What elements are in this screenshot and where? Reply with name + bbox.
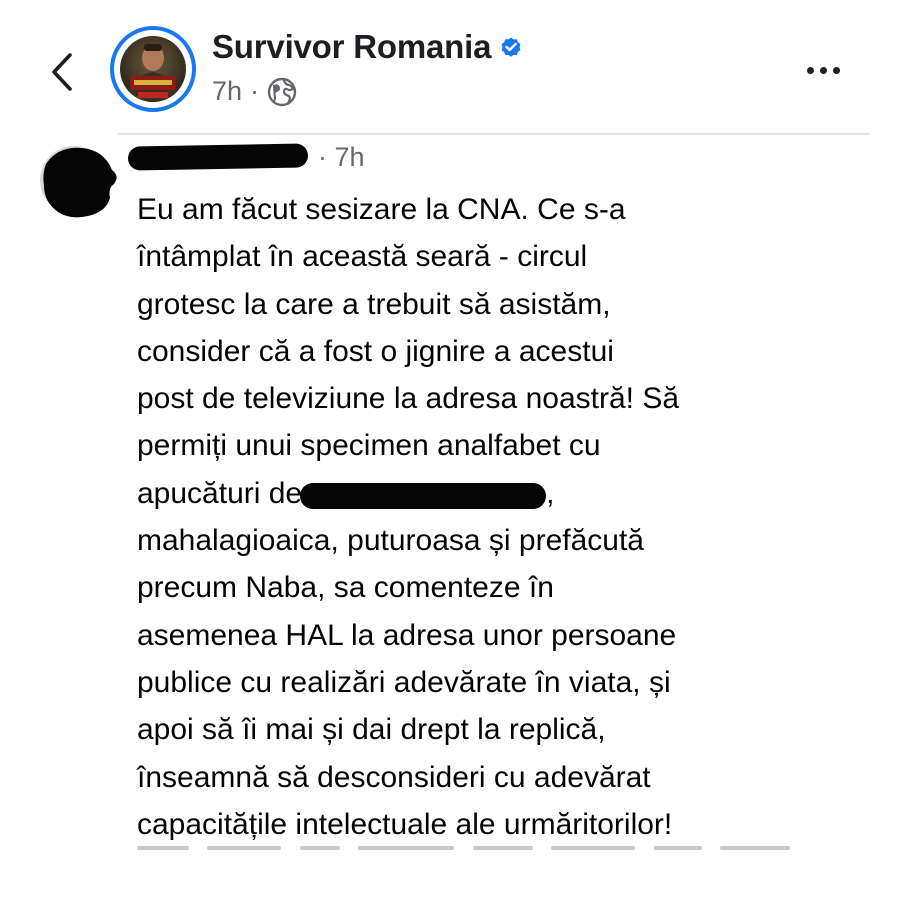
comment-line: grotesc la care a trebuit să asistăm, <box>137 287 611 321</box>
cut-off-fragment <box>472 846 533 850</box>
comment-line: permiți unui specimen analfabet cu <box>137 429 601 463</box>
chevron-left-icon <box>52 53 72 91</box>
comment-text: Eu am făcut sesizare la CNA. Ce s-a întâ… <box>137 186 877 848</box>
comment-timestamp[interactable]: · 7h <box>318 142 365 173</box>
more-dot <box>819 66 827 74</box>
globe-icon[interactable] <box>267 77 297 107</box>
comment-line: întâmplat în această seară - circul <box>137 240 588 274</box>
comment-author-row: · 7h <box>127 142 365 173</box>
post-screen: Survivor Romania 7h · · 7h Eu am făcut s… <box>0 0 900 900</box>
cut-off-fragment <box>137 846 189 850</box>
comment-line-part: , <box>546 476 555 510</box>
post-timestamp[interactable]: 7h <box>212 76 242 107</box>
post-meta: 7h · <box>212 76 297 107</box>
redacted-text <box>300 482 547 509</box>
cut-off-fragment <box>653 846 702 850</box>
comment-line: Eu am făcut sesizare la CNA. Ce s-a <box>137 193 626 226</box>
page-name[interactable]: Survivor Romania <box>212 28 491 66</box>
comment-line: apoi să îi mai și dai drept la replică, <box>137 713 606 747</box>
back-button[interactable] <box>40 48 84 96</box>
page-avatar[interactable] <box>110 26 196 112</box>
redacted-author-name[interactable] <box>127 143 309 171</box>
comment-line: asemenea HAL la adresa unor persoane <box>137 618 677 652</box>
meta-separator: · <box>250 76 260 106</box>
cut-off-fragment <box>207 846 282 850</box>
comment-line: post de televiziune la adresa noastră! S… <box>137 382 680 416</box>
cut-off-fragment <box>551 846 636 850</box>
page-avatar-image <box>120 36 186 102</box>
header-divider <box>118 133 870 135</box>
more-options-button[interactable] <box>795 52 851 88</box>
comment-author-avatar[interactable] <box>38 140 120 220</box>
comment-line: precum Naba, sa comenteze în <box>137 571 554 605</box>
cut-off-text-line <box>137 846 877 860</box>
more-dot <box>832 66 840 74</box>
verified-badge-icon <box>501 37 521 57</box>
comment-line: mahalagioaica, puturoasa și prefăcută <box>137 524 644 558</box>
post-header: Survivor Romania 7h · <box>0 0 900 134</box>
comment-line-redacted: apucături de, <box>137 470 877 517</box>
cut-off-fragment <box>358 846 455 850</box>
page-name-row: Survivor Romania <box>212 28 523 66</box>
cut-off-fragment <box>720 846 791 850</box>
comment-line: înseamnă să desconsideri cu adevărat <box>137 760 651 794</box>
comment-line: capacitățile intelectuale ale urmăritori… <box>137 807 673 841</box>
comment-line: publice cu realizări adevărate în viata,… <box>137 665 671 699</box>
more-dot <box>806 66 814 74</box>
comment-line: consider că a fost o jignire a acestui <box>137 334 614 368</box>
comment-line-part: apucături de <box>137 476 303 510</box>
cut-off-fragment <box>299 846 340 850</box>
